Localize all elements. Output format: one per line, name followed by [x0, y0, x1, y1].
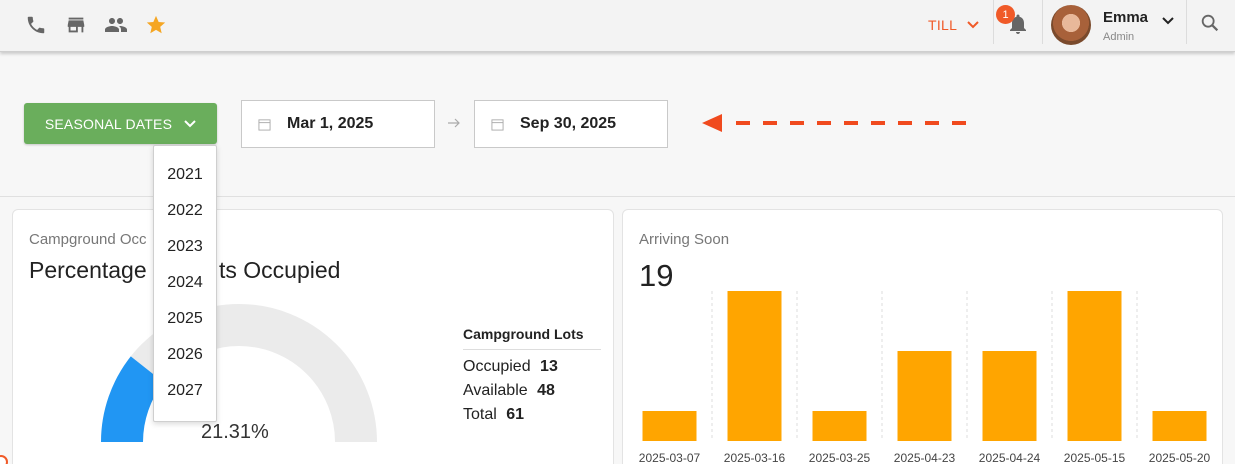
chevron-down-icon [184, 119, 196, 127]
chevron-down-icon[interactable] [1162, 17, 1174, 25]
notification-badge: 1 [996, 5, 1015, 24]
available-value: 48 [537, 382, 555, 399]
start-date-value: Mar 1, 2025 [287, 115, 374, 132]
seasonal-dates-label: SEASONAL DATES [44, 115, 173, 132]
divider [993, 0, 994, 44]
star-icon[interactable] [144, 13, 168, 37]
user-name[interactable]: Emma [1103, 9, 1148, 26]
avatar[interactable] [1051, 5, 1091, 45]
store-icon[interactable] [64, 13, 88, 37]
arriving-soon-card: Arriving Soon 19 2025-03-07 2025-03-16 202… [622, 209, 1223, 464]
till-label: TILL [928, 17, 958, 33]
arrow-right-icon [448, 118, 460, 128]
phone-icon[interactable] [24, 13, 48, 37]
bar-2025-03-25[interactable] [812, 411, 867, 441]
divider [463, 349, 601, 350]
seasonal-dates-button[interactable]: SEASONAL DATES [24, 103, 217, 144]
year-option-2021[interactable]: 2021 [154, 166, 216, 184]
year-option-2024[interactable]: 2024 [154, 274, 216, 292]
x-tick-label: 2025-03-07 [639, 451, 701, 464]
bar-2025-04-23[interactable] [897, 351, 952, 441]
total-row: Total 61 [463, 406, 524, 424]
x-tick-label: 2025-05-15 [1064, 451, 1126, 464]
year-option-2026[interactable]: 2026 [154, 346, 216, 364]
divider [1042, 0, 1043, 44]
bar-2025-05-15[interactable] [1067, 291, 1122, 441]
start-date-field[interactable]: Mar 1, 2025 [241, 100, 435, 148]
occupied-label: Occupied [463, 358, 531, 375]
annotation-arrow-icon [702, 114, 968, 132]
bar-2025-05-20[interactable] [1152, 411, 1207, 441]
campground-lots-title: Campground Lots [463, 326, 584, 342]
bar-2025-03-07[interactable] [642, 411, 697, 441]
divider [1186, 0, 1187, 44]
bar-2025-04-24[interactable] [982, 351, 1037, 441]
chevron-down-icon [967, 21, 979, 29]
x-tick-label: 2025-03-25 [809, 451, 871, 464]
calendar-icon [258, 118, 271, 131]
total-value: 61 [506, 406, 525, 423]
x-tick-label: 2025-03-16 [724, 451, 786, 464]
end-date-value: Sep 30, 2025 [520, 115, 617, 132]
available-row: Available 48 [463, 382, 555, 400]
x-tick-label: 2025-05-20 [1149, 451, 1211, 464]
occupied-row: Occupied 13 [463, 358, 558, 376]
occupied-value: 13 [540, 358, 558, 375]
occupancy-card: Campground Occ Percentage ts Occupied 21… [12, 209, 614, 464]
year-option-2022[interactable]: 2022 [154, 202, 216, 220]
top-bar: TILL 1 Emma Admin [0, 0, 1235, 52]
user-role: Admin [1103, 31, 1135, 43]
year-option-2025[interactable]: 2025 [154, 310, 216, 328]
bar-2025-03-16[interactable] [727, 291, 782, 441]
search-icon[interactable] [1199, 12, 1221, 34]
occupancy-percent: 21.31% [201, 421, 269, 443]
year-option-2027[interactable]: 2027 [154, 382, 216, 400]
x-tick-label: 2025-04-24 [979, 451, 1041, 464]
year-dropdown: 2021 2022 2023 2024 2025 2026 2027 [153, 145, 217, 422]
x-tick-label: 2025-04-23 [894, 451, 956, 464]
available-label: Available [463, 382, 528, 399]
till-selector[interactable]: TILL [928, 17, 979, 33]
total-label: Total [463, 406, 497, 423]
calendar-icon [491, 118, 504, 131]
year-option-2023[interactable]: 2023 [154, 238, 216, 256]
gauge-fill [101, 356, 165, 443]
end-date-field[interactable]: Sep 30, 2025 [474, 100, 668, 148]
arriving-bar-chart: 2025-03-07 2025-03-16 2025-03-25 2025-04-23… [639, 291, 1211, 464]
people-icon[interactable] [104, 13, 128, 37]
help-launcher[interactable] [0, 455, 8, 464]
